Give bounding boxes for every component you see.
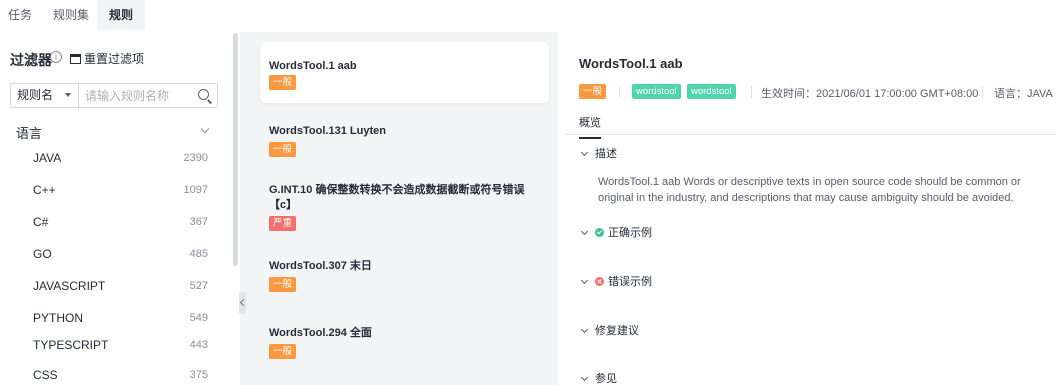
chevron-down-icon: [580, 148, 589, 157]
chevron-down-icon: [580, 373, 589, 382]
language-count: 1097: [183, 184, 208, 196]
language-item-typescript[interactable]: TYPESCRIPT 443: [0, 329, 220, 361]
language-facet-title[interactable]: 语言: [16, 123, 42, 142]
filter-sidebar: 过滤器 i 重置过滤项 规则名 语言 JAVA 2390 C++ 1097 C#…: [0, 32, 236, 385]
language-count: 2390: [183, 152, 208, 164]
language-name: JAVASCRIPT: [33, 279, 106, 293]
rule-title: WordsTool.1 aab: [269, 60, 357, 72]
severity-badge: 一般: [269, 142, 297, 157]
section-label: 参见: [595, 373, 617, 385]
section-label: 修复建议: [595, 325, 639, 337]
divider: [619, 86, 620, 98]
rule-title: WordsTool.294 全面: [269, 327, 372, 339]
rule-tag: wordstool: [632, 84, 681, 99]
check-circle-icon: [595, 228, 604, 237]
filter-title: 过滤器: [10, 52, 52, 68]
search-input[interactable]: [85, 86, 191, 105]
section-error-example[interactable]: 错误示例: [579, 273, 652, 289]
reset-filters-label: 重置过滤项: [84, 52, 145, 66]
rule-title: WordsTool.131 Luyten: [269, 125, 386, 137]
search-icon[interactable]: [198, 89, 209, 100]
reset-icon: [70, 54, 81, 64]
section-correct-example[interactable]: 正确示例: [579, 224, 652, 240]
section-label: 错误示例: [608, 276, 652, 288]
language-count: 549: [189, 312, 208, 324]
rule-detail-panel: WordsTool.1 aab 一般 wordstool wordstool 生…: [565, 32, 1056, 385]
rule-card[interactable]: G.INT.10 确保整数转换不会造成数据截断或符号错误 【c】 严重: [260, 175, 549, 239]
language-label: 语言：JAVA: [994, 88, 1053, 100]
severity-badge: 一般: [579, 84, 607, 99]
chevron-down-icon[interactable]: [200, 124, 210, 134]
language-count: 527: [189, 280, 208, 292]
language-name: GO: [33, 247, 52, 261]
language-count: 443: [189, 339, 208, 351]
chevron-down-icon: [580, 325, 589, 334]
language-name: CSS: [33, 368, 58, 382]
rule-title: G.INT.10 确保整数转换不会造成数据截断或符号错误: [269, 184, 525, 196]
chevron-down-icon: [580, 276, 589, 285]
language-name: C++: [33, 183, 56, 197]
error-circle-icon: [595, 277, 604, 286]
language-item-go[interactable]: GO 485: [0, 238, 220, 270]
language-name: JAVA: [33, 151, 62, 165]
detail-title: WordsTool.1 aab: [579, 56, 683, 71]
section-references[interactable]: 参见: [579, 370, 617, 385]
rule-title-line-2: 【c】: [269, 199, 298, 211]
tab-tasks[interactable]: 任务: [8, 0, 32, 30]
severity-badge: 一般: [269, 344, 297, 359]
section-fix-suggestion[interactable]: 修复建议: [579, 322, 639, 338]
section-description[interactable]: 描述: [579, 145, 617, 161]
collapse-panel-handle[interactable]: [239, 292, 246, 314]
severity-badge: 一般: [269, 277, 297, 292]
rule-card[interactable]: WordsTool.307 末日 一般: [260, 248, 549, 308]
rule-card-selected[interactable]: WordsTool.1 aab 一般: [260, 42, 549, 103]
tab-rules[interactable]: 规则: [97, 0, 146, 30]
tab-overview[interactable]: 概览: [579, 114, 601, 139]
detail-meta-row: 一般 wordstool wordstool 生效时间：2021/06/01 1…: [579, 84, 1056, 100]
language-count: 367: [189, 216, 208, 228]
chevron-down-icon: [580, 227, 589, 236]
search-field-select[interactable]: 规则名: [11, 84, 79, 107]
language-count: 485: [189, 248, 208, 260]
rule-search-box: 规则名: [10, 83, 218, 108]
info-icon[interactable]: i: [50, 51, 62, 63]
severity-badge: 严重: [269, 216, 297, 231]
effective-time: 生效时间：2021/06/01 17:00:00 GMT+08:00: [761, 88, 979, 100]
tab-underline-divider: [565, 134, 1056, 135]
language-name: PYTHON: [33, 311, 84, 325]
divider: [982, 86, 983, 98]
rule-card[interactable]: WordsTool.294 全面 一般: [260, 316, 549, 376]
language-item-java[interactable]: JAVA 2390: [0, 142, 220, 174]
language-item-css[interactable]: CSS 375: [0, 359, 220, 385]
top-tab-bar: 任务 规则集 规则: [0, 0, 1056, 32]
rule-title: WordsTool.307 末日: [269, 260, 372, 272]
sidebar-scrollbar-thumb[interactable]: [233, 33, 238, 266]
rule-tag: wordstool: [687, 84, 736, 99]
tab-rulesets[interactable]: 规则集: [53, 0, 89, 30]
language-item-csharp[interactable]: C# 367: [0, 206, 220, 238]
caret-down-icon: [65, 93, 71, 97]
description-text: WordsTool.1 aab Words or descriptive tex…: [598, 176, 1021, 204]
language-name: TYPESCRIPT: [33, 338, 109, 352]
language-item-cpp[interactable]: C++ 1097: [0, 174, 220, 206]
section-label: 描述: [595, 148, 617, 160]
language-name: C#: [33, 215, 49, 229]
rule-card[interactable]: WordsTool.131 Luyten 一般: [260, 110, 549, 170]
language-item-javascript[interactable]: JAVASCRIPT 527: [0, 270, 220, 302]
reset-filters-button[interactable]: 重置过滤项: [70, 50, 144, 67]
search-field-label: 规则名: [17, 88, 54, 102]
severity-badge: 一般: [269, 75, 297, 90]
divider: [751, 86, 752, 98]
language-count: 375: [189, 369, 208, 381]
section-label: 正确示例: [608, 227, 652, 239]
